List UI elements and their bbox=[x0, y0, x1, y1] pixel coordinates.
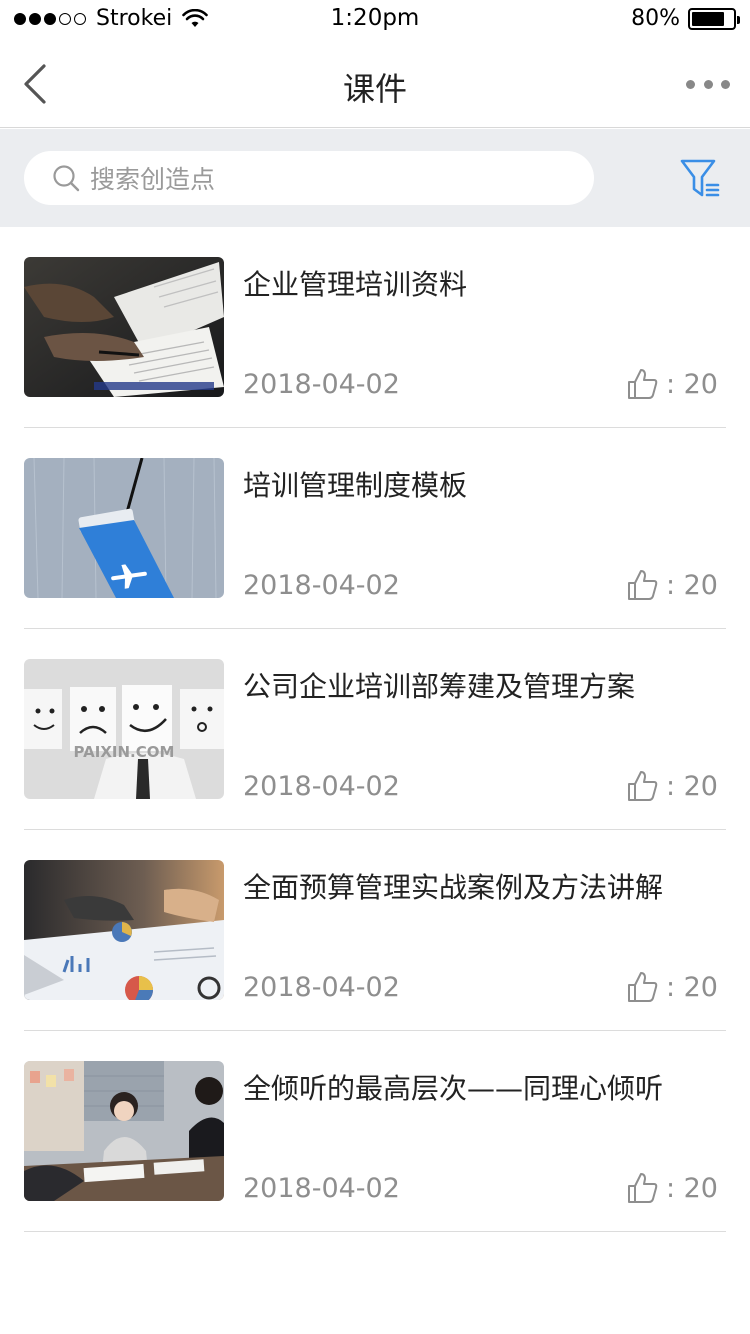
status-bar: Strokei 1:20pm 80% bbox=[0, 0, 750, 40]
course-date: 2018-04-02 bbox=[243, 1173, 400, 1204]
course-title: 全面预算管理实战案例及方法讲解 bbox=[243, 871, 664, 904]
list-item[interactable]: 培训管理制度模板 2018-04-02 : 20 bbox=[24, 428, 726, 629]
navigation-bar: 课件 bbox=[0, 40, 750, 128]
like-count: : 20 bbox=[665, 368, 718, 400]
course-date: 2018-04-02 bbox=[243, 570, 400, 601]
page-title: 课件 bbox=[342, 70, 407, 108]
course-thumbnail bbox=[24, 860, 224, 1000]
course-thumbnail bbox=[24, 1061, 224, 1201]
thumbnail-watermark: PAIXIN.COM bbox=[74, 743, 175, 761]
course-date: 2018-04-02 bbox=[243, 972, 400, 1003]
like-count: : 20 bbox=[665, 770, 718, 802]
battery-percent: 80% bbox=[631, 6, 680, 31]
course-title: 培训管理制度模板 bbox=[243, 469, 468, 502]
search-icon bbox=[53, 165, 80, 192]
thumbs-up-icon bbox=[627, 570, 658, 600]
course-title: 公司企业培训部筹建及管理方案 bbox=[243, 670, 636, 703]
like-button[interactable]: : 20 bbox=[626, 568, 718, 602]
search-input[interactable]: 搜索创造点 bbox=[24, 151, 594, 205]
search-bar-area: 搜索创造点 bbox=[0, 129, 750, 227]
like-button[interactable]: : 20 bbox=[626, 367, 718, 401]
course-thumbnail bbox=[24, 458, 224, 598]
thumbs-up-icon bbox=[627, 1173, 658, 1203]
course-list: 企业管理培训资料 2018-04-02 : 20 培训管理制度模板 2018-0… bbox=[24, 227, 726, 1232]
course-thumbnail: PAIXIN.COM bbox=[24, 659, 224, 799]
status-right: 80% bbox=[631, 6, 740, 31]
like-button[interactable]: : 20 bbox=[626, 1171, 718, 1205]
like-count: : 20 bbox=[665, 971, 718, 1003]
like-count: : 20 bbox=[665, 1172, 718, 1204]
thumbs-up-icon bbox=[627, 369, 658, 399]
course-date: 2018-04-02 bbox=[243, 771, 400, 802]
battery-icon bbox=[688, 7, 740, 30]
list-item[interactable]: 全倾听的最高层次——同理心倾听 2018-04-02 : 20 bbox=[24, 1031, 726, 1232]
ellipsis-icon bbox=[686, 79, 695, 89]
thumbs-up-icon bbox=[627, 771, 658, 801]
more-options-button[interactable] bbox=[686, 70, 730, 98]
filter-icon bbox=[680, 159, 720, 197]
list-item[interactable]: 企业管理培训资料 2018-04-02 : 20 bbox=[24, 227, 726, 428]
list-item[interactable]: 全面预算管理实战案例及方法讲解 2018-04-02 : 20 bbox=[24, 830, 726, 1031]
filter-button[interactable] bbox=[680, 157, 720, 201]
course-title: 企业管理培训资料 bbox=[243, 268, 468, 301]
course-thumbnail bbox=[24, 257, 224, 397]
course-title: 全倾听的最高层次——同理心倾听 bbox=[243, 1072, 664, 1105]
list-item[interactable]: PAIXIN.COM 公司企业培训部筹建及管理方案 2018-04-02 : 2… bbox=[24, 629, 726, 830]
like-button[interactable]: : 20 bbox=[626, 970, 718, 1004]
search-placeholder: 搜索创造点 bbox=[90, 165, 216, 194]
like-button[interactable]: : 20 bbox=[626, 769, 718, 803]
like-count: : 20 bbox=[665, 569, 718, 601]
course-date: 2018-04-02 bbox=[243, 369, 400, 400]
thumbs-up-icon bbox=[627, 972, 658, 1002]
